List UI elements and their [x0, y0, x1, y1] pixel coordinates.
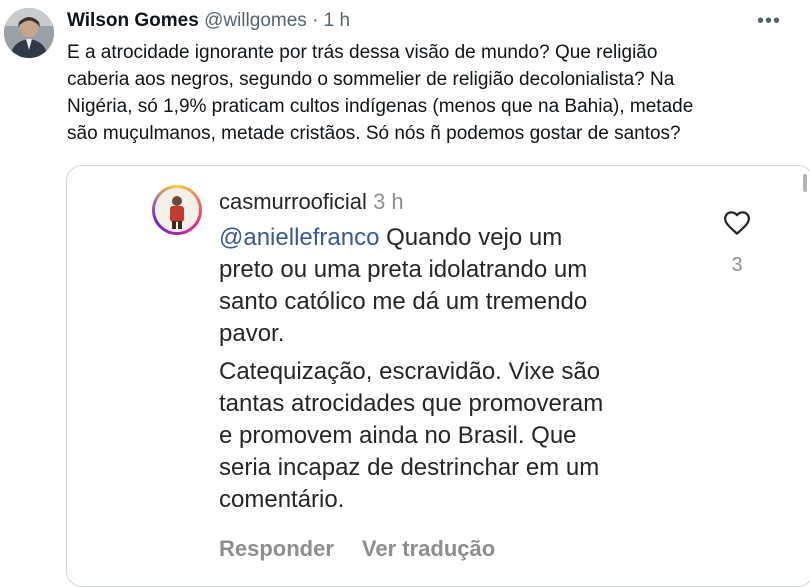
mention-link[interactable]: @aniellefranco — [219, 224, 379, 251]
tweet-text-line: Nigéria, só 1,9% praticam cultos indígen… — [67, 96, 694, 117]
comment-line: e promovem ainda no Brasil. Que — [219, 422, 577, 449]
tweet-time[interactable]: 1 h — [324, 10, 350, 31]
comment-line: santo católico me dá um tremendo — [219, 288, 588, 315]
comment-line: @aniellefranco Quando vejo um — [219, 222, 603, 254]
heart-icon[interactable] — [722, 208, 752, 238]
tweet-text: E a atrocidade ignorante por trás dessa … — [67, 39, 807, 147]
commenter-username[interactable]: casmurrooficial — [219, 189, 367, 214]
tweet-text-line: caberia aos negros, segundo o sommelier … — [67, 69, 675, 90]
see-translation-button[interactable]: Ver tradução — [362, 536, 495, 561]
author-name[interactable]: Wilson Gomes — [67, 10, 199, 31]
tweet-header: Wilson Gomes @willgomes · 1 h — [67, 8, 350, 34]
commenter-avatar[interactable] — [152, 185, 202, 235]
comment-first-line-rest: Quando vejo um — [379, 224, 563, 251]
tweet-text-line: E a atrocidade ignorante por trás dessa … — [67, 42, 658, 63]
author-handle[interactable]: @willgomes — [204, 10, 307, 31]
comment-line: tantas atrocidades que promoveram — [219, 390, 604, 417]
tweet-text-line: são muçulmanos, metade cristãos. Só nós … — [67, 123, 681, 144]
comment-line: preto ou uma preta idolatrando um — [219, 256, 588, 283]
comment-line: Catequização, escravidão. Vixe são — [219, 358, 601, 385]
comment-line: comentário. — [219, 486, 345, 513]
comment-time: 3 h — [373, 189, 404, 214]
like-count: 3 — [731, 254, 743, 276]
comment-line: pavor. — [219, 320, 285, 347]
commenter-header: casmurrooficial 3 h — [219, 188, 404, 216]
author-avatar[interactable] — [4, 8, 54, 58]
reply-button[interactable]: Responder — [219, 536, 334, 561]
more-options-icon[interactable]: ••• — [757, 10, 781, 33]
comment-actions: Responder Ver tradução — [219, 536, 495, 562]
separator-dot: · — [312, 10, 319, 31]
comment-text: @aniellefranco Quando vejo um preto ou u… — [219, 222, 603, 516]
comment-line: seria incapaz de destrinchar em um — [219, 454, 600, 481]
scrollbar[interactable] — [803, 174, 807, 192]
quoted-comment-card[interactable]: casmurrooficial 3 h @aniellefranco Quand… — [66, 165, 810, 587]
